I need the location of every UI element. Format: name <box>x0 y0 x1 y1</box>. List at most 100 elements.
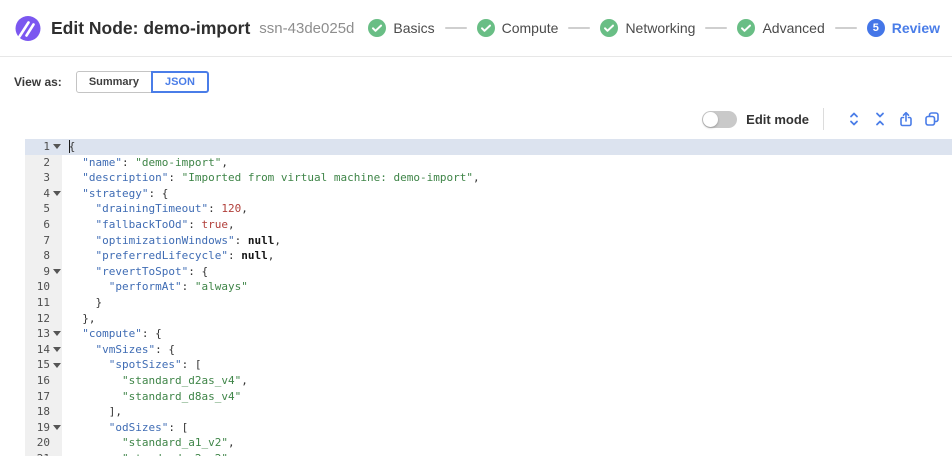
fold-column <box>52 295 62 311</box>
editor-gutter: 3 <box>25 170 62 186</box>
line-number: 10 <box>25 279 52 295</box>
step-label: Review <box>892 20 940 36</box>
code-line[interactable]: 13 "compute": { <box>25 326 952 342</box>
line-number: 4 <box>25 186 52 202</box>
fold-column <box>52 279 62 295</box>
step-label: Networking <box>625 20 695 36</box>
fold-column <box>52 373 62 389</box>
editor-gutter: 15 <box>25 357 62 373</box>
code-line[interactable]: 7 "optimizationWindows": null, <box>25 233 952 249</box>
line-number: 16 <box>25 373 52 389</box>
step-connector <box>445 27 467 29</box>
export-icon[interactable] <box>897 111 914 128</box>
code-line-text: ], <box>62 404 952 420</box>
copy-icon[interactable] <box>923 111 940 128</box>
line-number: 21 <box>25 451 52 456</box>
editor-gutter: 9 <box>25 264 62 280</box>
code-line[interactable]: 16 "standard_d2as_v4", <box>25 373 952 389</box>
editor-gutter: 4 <box>25 186 62 202</box>
step-networking[interactable]: Networking <box>600 19 695 37</box>
code-line[interactable]: 21 "standard_a2_v2" <box>25 451 952 456</box>
editor-gutter: 2 <box>25 155 62 171</box>
code-line[interactable]: 17 "standard_d8as_v4" <box>25 389 952 405</box>
code-line-text: "vmSizes": { <box>62 342 952 358</box>
fold-toggle-icon[interactable] <box>53 144 61 149</box>
step-basics[interactable]: Basics <box>368 19 434 37</box>
fold-toggle-icon[interactable] <box>53 191 61 196</box>
code-line[interactable]: 10 "performAt": "always" <box>25 279 952 295</box>
edit-mode-label: Edit mode <box>746 112 809 127</box>
step-check-icon <box>477 19 495 37</box>
code-line[interactable]: 1{ <box>25 139 952 155</box>
view-as-segmented-control: Summary JSON <box>76 71 209 93</box>
step-connector <box>568 27 590 29</box>
step-advanced[interactable]: Advanced <box>737 19 824 37</box>
code-line[interactable]: 8 "preferredLifecycle": null, <box>25 248 952 264</box>
code-line-text: "odSizes": [ <box>62 420 952 436</box>
code-line-text: "standard_d2as_v4", <box>62 373 952 389</box>
code-line[interactable]: 2 "name": "demo-import", <box>25 155 952 171</box>
json-view-button[interactable]: JSON <box>151 71 209 93</box>
fold-column <box>52 326 62 342</box>
edit-mode-toggle[interactable] <box>702 111 737 128</box>
code-line[interactable]: 14 "vmSizes": { <box>25 342 952 358</box>
code-line-text: } <box>62 295 952 311</box>
summary-view-button[interactable]: Summary <box>76 71 152 93</box>
code-line[interactable]: 5 "drainingTimeout": 120, <box>25 201 952 217</box>
step-label: Advanced <box>762 20 824 36</box>
editor-gutter: 19 <box>25 420 62 436</box>
editor-gutter: 1 <box>25 139 62 155</box>
line-number: 12 <box>25 311 52 327</box>
code-line[interactable]: 9 "revertToSpot": { <box>25 264 952 280</box>
step-label: Compute <box>502 20 559 36</box>
code-line-text: "compute": { <box>62 326 952 342</box>
collapse-all-icon[interactable] <box>871 111 888 128</box>
line-number: 3 <box>25 170 52 186</box>
line-number: 17 <box>25 389 52 405</box>
code-line[interactable]: 4 "strategy": { <box>25 186 952 202</box>
toolbar-divider <box>823 108 824 130</box>
code-line[interactable]: 12 }, <box>25 311 952 327</box>
editor-toolbar: Edit mode <box>0 106 940 132</box>
step-check-icon <box>737 19 755 37</box>
fold-column <box>52 201 62 217</box>
code-line[interactable]: 18 ], <box>25 404 952 420</box>
fold-toggle-icon[interactable] <box>53 425 61 430</box>
code-line-text: "standard_d8as_v4" <box>62 389 952 405</box>
step-compute[interactable]: Compute <box>477 19 559 37</box>
json-code-editor[interactable]: 1{2 "name": "demo-import",3 "description… <box>25 139 952 456</box>
fold-column <box>52 264 62 280</box>
line-number: 6 <box>25 217 52 233</box>
code-line-text: "performAt": "always" <box>62 279 952 295</box>
code-line[interactable]: 11 } <box>25 295 952 311</box>
code-line[interactable]: 20 "standard_a1_v2", <box>25 435 952 451</box>
code-line-text: }, <box>62 311 952 327</box>
line-number: 2 <box>25 155 52 171</box>
fold-column <box>52 357 62 373</box>
view-as-row: View as: Summary JSON <box>14 71 952 93</box>
page-title: Edit Node: demo-import <box>51 18 250 39</box>
wizard-stepper: Basics Compute Networking Advanced 5Review <box>368 19 940 37</box>
fold-toggle-icon[interactable] <box>53 331 61 336</box>
code-line-text: "strategy": { <box>62 186 952 202</box>
step-review[interactable]: 5Review <box>867 19 940 37</box>
step-check-icon <box>600 19 618 37</box>
code-line-text: "revertToSpot": { <box>62 264 952 280</box>
editor-gutter: 6 <box>25 217 62 233</box>
code-line[interactable]: 3 "description": "Imported from virtual … <box>25 170 952 186</box>
line-number: 7 <box>25 233 52 249</box>
code-line-text: "spotSizes": [ <box>62 357 952 373</box>
expand-all-icon[interactable] <box>845 111 862 128</box>
view-as-label: View as: <box>14 75 62 89</box>
step-check-icon <box>368 19 386 37</box>
code-line[interactable]: 19 "odSizes": [ <box>25 420 952 436</box>
fold-toggle-icon[interactable] <box>53 363 61 368</box>
fold-toggle-icon[interactable] <box>53 269 61 274</box>
fold-column <box>52 404 62 420</box>
code-line-text: "standard_a1_v2", <box>62 435 952 451</box>
editor-gutter: 5 <box>25 201 62 217</box>
editor-gutter: 16 <box>25 373 62 389</box>
fold-toggle-icon[interactable] <box>53 347 61 352</box>
code-line[interactable]: 15 "spotSizes": [ <box>25 357 952 373</box>
code-line[interactable]: 6 "fallbackToOd": true, <box>25 217 952 233</box>
